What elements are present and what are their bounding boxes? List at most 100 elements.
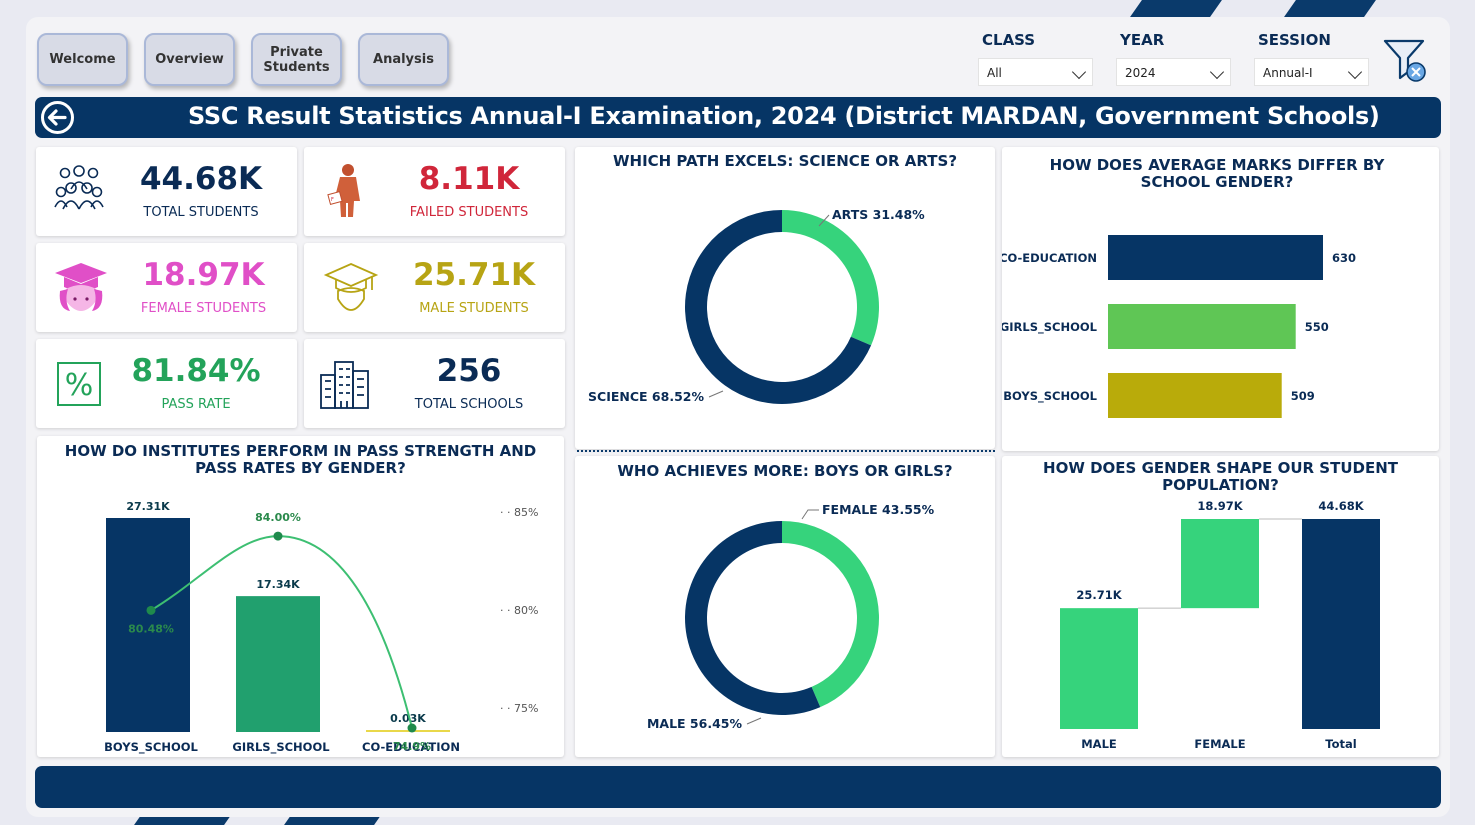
donut-label: ARTS 31.48% [832,207,925,222]
bar-value-label: 630 [1332,251,1356,265]
female-graduate-icon [55,263,107,311]
leader-line [708,390,724,398]
donut-slice-female [782,521,879,708]
y-tick-label: BOYS_SCHOOL [1003,389,1097,404]
population-chart-svg: 25.71K MALE 18.97K FEMALE 44.68K Total [1060,499,1380,751]
bar-value-label: 27.31K [126,500,170,513]
bar-girls_school [1108,304,1296,349]
buildings-icon [320,361,369,409]
bar-female [1181,519,1259,609]
chevron-down-icon [1071,64,1087,80]
pass-rate-point [273,531,283,541]
institutes-chart-svg: 27.31KBOYS_SCHOOL17.34KGIRLS_SCHOOL0.03K… [104,500,538,755]
section-divider [577,450,995,452]
leader-line [801,509,819,520]
pass-rate-point [407,723,417,733]
kpi-female-students-label: FEMALE STUDENTS [140,301,267,316]
x-tick-label: FEMALE [1194,737,1245,751]
kpi-male-students-card: 25.71K MALE STUDENTS [304,243,565,332]
nav-private-students-button[interactable]: Private Students [251,33,342,86]
x-tick-label: BOYS_SCHOOL [104,740,198,755]
footer-bar [35,766,1441,808]
avg-marks-chart-svg: 630 CO-EDUCATION 550 GIRLS_SCHOOL 509 BOYS_SC… [1002,235,1356,418]
donut-label: SCIENCE 68.52% [588,389,704,404]
x-tick-label: GIRLS_SCHOOL [232,740,330,755]
failed-student-icon: F [327,164,360,217]
y2-tick-label: · · 85% [500,506,538,519]
science-arts-chart-card: WHICH PATH EXCELS: SCIENCE OR ARTS? ARTS… [575,147,995,449]
kpi-failed-students-card: F 8.11K FAILED STUDENTS [304,147,565,236]
avg-marks-chart-card: HOW DOES AVERAGE MARKS DIFFER BY SCHOOL … [1002,147,1439,451]
kpi-total-students-card: 44.68K TOTAL STUDENTS [36,147,297,236]
leader-line [746,717,762,725]
nav-overview-button[interactable]: Overview [144,33,235,86]
bar-male [1060,608,1138,729]
session-filter-value: Annual-I [1263,66,1313,80]
kpi-male-students-value: 25.71K [412,257,536,293]
users-group-icon [54,165,104,210]
nav-welcome-button[interactable]: Welcome [37,33,128,86]
year-filter-dropdown[interactable]: 2024 [1116,58,1231,86]
page-title: SSC Result Statistics Annual-I Examinati… [188,102,1380,130]
bar-value-label: 44.68K [1318,499,1364,513]
bar-value-label: 17.34K [256,578,300,591]
pass-rate-label: 84.00% [255,511,301,524]
science-arts-chart-svg: ARTS 31.48% SCIENCE 68.52% [588,207,925,404]
session-filter-dropdown[interactable]: Annual-I [1254,58,1369,86]
x-tick-label: Total [1325,737,1356,751]
y-tick-label: GIRLS_SCHOOL [1002,320,1098,335]
class-filter-value: All [987,66,1002,80]
kpi-male-students-label: MALE STUDENTS [419,301,529,316]
kpi-total-schools-card: 256 TOTAL SCHOOLS [304,339,565,428]
title-bar: SSC Result Statistics Annual-I Examinati… [35,97,1441,138]
clear-filters-icon[interactable] [1382,38,1430,84]
year-filter-value: 2024 [1125,66,1156,80]
class-filter-dropdown[interactable]: All [978,58,1093,86]
kpi-total-students-value: 44.68K [139,161,263,197]
nav-analysis-button[interactable]: Analysis [358,33,449,86]
percent-icon: % [57,362,101,406]
kpi-total-schools-label: TOTAL SCHOOLS [414,397,524,412]
svg-text:%: % [65,368,94,403]
class-filter-label: CLASS [982,31,1036,49]
kpi-failed-students-value: 8.11K [418,161,520,197]
y2-tick-label: · · 75% [500,702,538,715]
bar-girls_school [236,596,320,732]
kpi-female-students-card: 18.97K FEMALE STUDENTS [36,243,297,332]
pass-rate-label: 74.9% [393,740,431,753]
pass-rate-label: 80.48% [128,622,174,635]
kpi-total-schools-value: 256 [436,353,502,389]
back-arrow-icon[interactable] [40,100,75,135]
bar-total [1302,519,1380,729]
chevron-down-icon [1347,64,1363,80]
institutes-chart-card: HOW DO INSTITUTES PERFORM IN PASS STRENG… [37,436,564,757]
pass-rate-point [146,605,156,615]
donut-slice-male [684,521,821,715]
donut-label: MALE 56.45% [647,716,743,731]
bar-value-label: 18.97K [1197,499,1243,513]
kpi-total-students-label: TOTAL STUDENTS [143,205,259,220]
bar-co-education [366,730,450,732]
y-tick-label: CO-EDUCATION [1002,251,1097,265]
kpi-female-students-value: 18.97K [142,257,265,293]
kpi-pass-rate-card: % 81.84% PASS RATE [36,339,297,428]
male-graduate-icon [323,263,379,311]
population-chart-card: HOW DOES GENDER SHAPE OUR STUDENT POPULA… [1002,456,1439,757]
boys-girls-chart-card: WHO ACHIEVES MORE: BOYS OR GIRLS? FEMALE… [575,456,995,757]
session-filter-label: SESSION [1258,31,1331,49]
bar-value-label: 509 [1291,389,1315,403]
bar-value-label: 550 [1305,320,1329,334]
bar-co-education [1108,235,1323,280]
kpi-failed-students-label: FAILED STUDENTS [409,205,529,220]
svg-text:F: F [331,197,334,203]
year-filter-label: YEAR [1120,31,1165,49]
bar-boys_school [1108,373,1282,418]
bar-value-label: 25.71K [1076,588,1122,602]
kpi-pass-rate-value: 81.84% [131,353,261,389]
chevron-down-icon [1209,64,1225,80]
donut-label: FEMALE 43.55% [822,502,935,517]
y2-tick-label: · · 80% [500,604,538,617]
boys-girls-chart-svg: FEMALE 43.55% MALE 56.45% [647,502,935,731]
x-tick-label: MALE [1081,737,1117,751]
kpi-pass-rate-label: PASS RATE [161,397,231,412]
